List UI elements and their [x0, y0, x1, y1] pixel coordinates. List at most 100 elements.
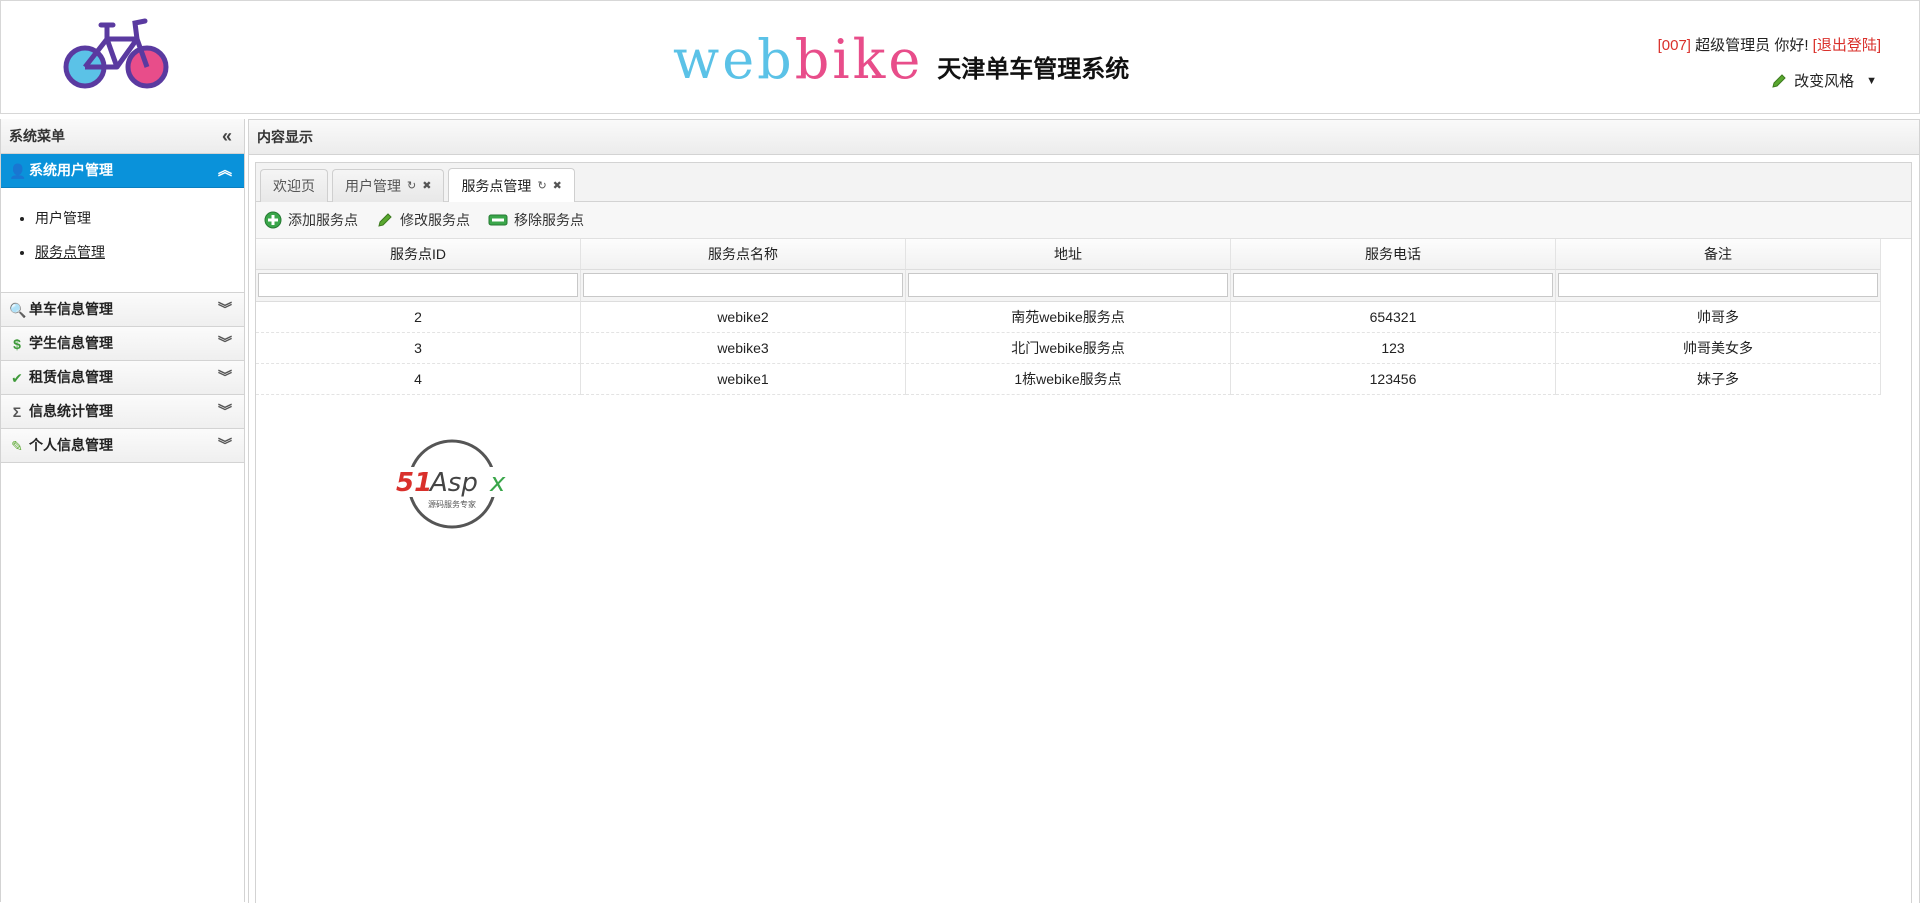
chevron-up-icon[interactable]: ︽: [218, 154, 232, 187]
tab-welcome[interactable]: 欢迎页: [260, 169, 328, 202]
menu-item-label: 服务点管理: [35, 244, 105, 260]
chevron-down-icon[interactable]: ︾: [218, 361, 232, 394]
menu-section-bike-info[interactable]: 🔍 单车信息管理 ︾: [1, 293, 244, 327]
tab-service-point-management[interactable]: 服务点管理 ↻ ✖: [448, 168, 575, 202]
tab-label: 用户管理: [345, 178, 401, 194]
app-header: web bike 天津单车管理系统 [007] 超级管理员 你好! [退出登陆] …: [0, 0, 1920, 114]
filter-input-id[interactable]: [258, 273, 578, 297]
magnifier-icon: 🔍: [9, 301, 27, 318]
51aspx-watermark-logo: 51 Asp x 源码服务专家: [396, 439, 515, 529]
chevron-down-icon[interactable]: ︾: [218, 327, 232, 360]
menu-item-service-point-management[interactable]: 服务点管理: [35, 242, 244, 262]
logout-link[interactable]: [退出登陆]: [1813, 37, 1881, 54]
chevron-down-icon[interactable]: ︾: [218, 429, 232, 462]
menu-section-label: 系统用户管理: [29, 162, 113, 178]
menu-section-label: 租赁信息管理: [29, 369, 113, 385]
cell-id: 2: [256, 302, 581, 333]
content-panel: 内容显示 欢迎页 用户管理 ↻ ✖ 服务点管理 ↻ ✖ 添加服务点 修改服务点 …: [248, 119, 1920, 903]
menu-item-user-management[interactable]: 用户管理: [35, 208, 244, 228]
change-style-label: 改变风格: [1794, 73, 1855, 90]
tab-label: 欢迎页: [273, 178, 315, 194]
pencil-icon: [1772, 73, 1786, 88]
caret-down-icon: ▼: [1866, 74, 1877, 87]
cell-address: 北门webike服务点: [906, 333, 1231, 364]
cell-remark: 帅哥多: [1556, 302, 1881, 333]
edit-service-point-button[interactable]: 修改服务点: [376, 210, 470, 230]
user-id: [007]: [1657, 37, 1691, 54]
svg-text:51: 51: [396, 468, 432, 498]
edit-service-point-label: 修改服务点: [400, 212, 470, 228]
table-row[interactable]: 2 webike2 南苑webike服务点 654321 帅哥多: [256, 302, 1886, 333]
menu-section-statistics[interactable]: Σ 信息统计管理 ︾: [1, 395, 244, 429]
add-service-point-button[interactable]: 添加服务点: [264, 210, 358, 230]
table-row[interactable]: 4 webike1 1栋webike服务点 123456 妹子多: [256, 364, 1886, 395]
greeting-text: 超级管理员 你好!: [1690, 37, 1813, 54]
menu-section-system-users[interactable]: 👤 系统用户管理 ︽: [1, 154, 244, 188]
filter-input-address[interactable]: [908, 273, 1228, 297]
table-row[interactable]: 3 webike3 北门webike服务点 123 帅哥美女多: [256, 333, 1886, 364]
tabs-container: 欢迎页 用户管理 ↻ ✖ 服务点管理 ↻ ✖ 添加服务点 修改服务点 移除服务点…: [255, 162, 1912, 903]
filter-input-name[interactable]: [583, 273, 903, 297]
cell-address: 南苑webike服务点: [906, 302, 1231, 333]
menu-section-label: 单车信息管理: [29, 301, 113, 317]
close-icon[interactable]: ✖: [422, 170, 431, 202]
cell-id: 4: [256, 364, 581, 395]
column-header-remark[interactable]: 备注: [1556, 239, 1881, 270]
collapse-left-icon[interactable]: «: [222, 119, 232, 153]
menu-section-personal-info[interactable]: ✎ 个人信息管理 ︾: [1, 429, 244, 463]
cell-address: 1栋webike服务点: [906, 364, 1231, 395]
add-icon: [264, 211, 282, 229]
column-header-phone[interactable]: 服务电话: [1231, 239, 1556, 270]
content-header: 内容显示: [249, 120, 1919, 155]
brand-b-letter: b: [794, 27, 833, 91]
chevron-down-icon[interactable]: ︾: [218, 395, 232, 428]
menu-section-rental-info[interactable]: ✔ 租赁信息管理 ︾: [1, 361, 244, 395]
bicycle-logo-icon: [63, 18, 169, 89]
check-icon: ✔: [11, 369, 23, 386]
menu-section-student-info[interactable]: $ 学生信息管理 ︾: [1, 327, 244, 361]
service-point-grid: 服务点ID 服务点名称 地址 服务电话 备注 2 webike2 南苑webik…: [256, 239, 1886, 529]
tab-label: 服务点管理: [461, 177, 532, 194]
cell-phone: 654321: [1231, 302, 1556, 333]
content-title: 内容显示: [257, 129, 313, 145]
change-style-dropdown[interactable]: 改变风格 ▼: [1770, 70, 1877, 91]
filter-input-remark[interactable]: [1558, 273, 1878, 297]
cell-remark: 妹子多: [1556, 364, 1881, 395]
remove-service-point-label: 移除服务点: [514, 212, 584, 228]
refresh-icon[interactable]: ↻: [407, 170, 416, 202]
chevron-down-icon[interactable]: ︾: [218, 293, 232, 326]
brand-title: web bike 天津单车管理系统: [673, 28, 1129, 91]
sigma-icon: Σ: [12, 403, 22, 420]
remove-icon: [488, 214, 508, 226]
pencil-icon: [378, 213, 392, 227]
grid-header-row: 服务点ID 服务点名称 地址 服务电话 备注: [256, 239, 1886, 270]
add-service-point-label: 添加服务点: [288, 212, 358, 228]
menu-section-label: 信息统计管理: [29, 403, 113, 419]
column-header-id[interactable]: 服务点ID: [256, 239, 581, 270]
user-icon: 👤: [9, 162, 27, 179]
sidebar-title: 系统菜单: [9, 128, 65, 144]
column-header-address[interactable]: 地址: [906, 239, 1231, 270]
close-icon[interactable]: ✖: [553, 170, 562, 202]
menu-section-label: 个人信息管理: [29, 437, 113, 453]
cell-id: 3: [256, 333, 581, 364]
menu-section-body: 用户管理 服务点管理: [1, 188, 244, 293]
grid-toolbar: 添加服务点 修改服务点 移除服务点: [256, 202, 1911, 239]
cell-phone: 123: [1231, 333, 1556, 364]
sidebar: 系统菜单 « 👤 系统用户管理 ︽ 用户管理 服务点管理 🔍 单车信息管理 ︾ …: [0, 119, 245, 902]
brand-ike-letters: ike: [832, 27, 924, 91]
user-greeting: [007] 超级管理员 你好! [退出登陆]: [1658, 34, 1881, 55]
brand-bike-text: bike: [795, 28, 924, 91]
filter-input-phone[interactable]: [1233, 273, 1553, 297]
refresh-icon[interactable]: ↻: [537, 170, 546, 202]
svg-text:x: x: [489, 468, 506, 498]
pencil-icon: ✎: [11, 437, 23, 454]
grid-filter-row: [256, 270, 1886, 302]
column-header-name[interactable]: 服务点名称: [581, 239, 906, 270]
sidebar-header: 系统菜单 «: [1, 119, 244, 154]
remove-service-point-button[interactable]: 移除服务点: [488, 210, 584, 230]
cell-phone: 123456: [1231, 364, 1556, 395]
cell-remark: 帅哥美女多: [1556, 333, 1881, 364]
tab-user-management[interactable]: 用户管理 ↻ ✖: [332, 169, 445, 202]
svg-text:Asp: Asp: [428, 468, 478, 498]
